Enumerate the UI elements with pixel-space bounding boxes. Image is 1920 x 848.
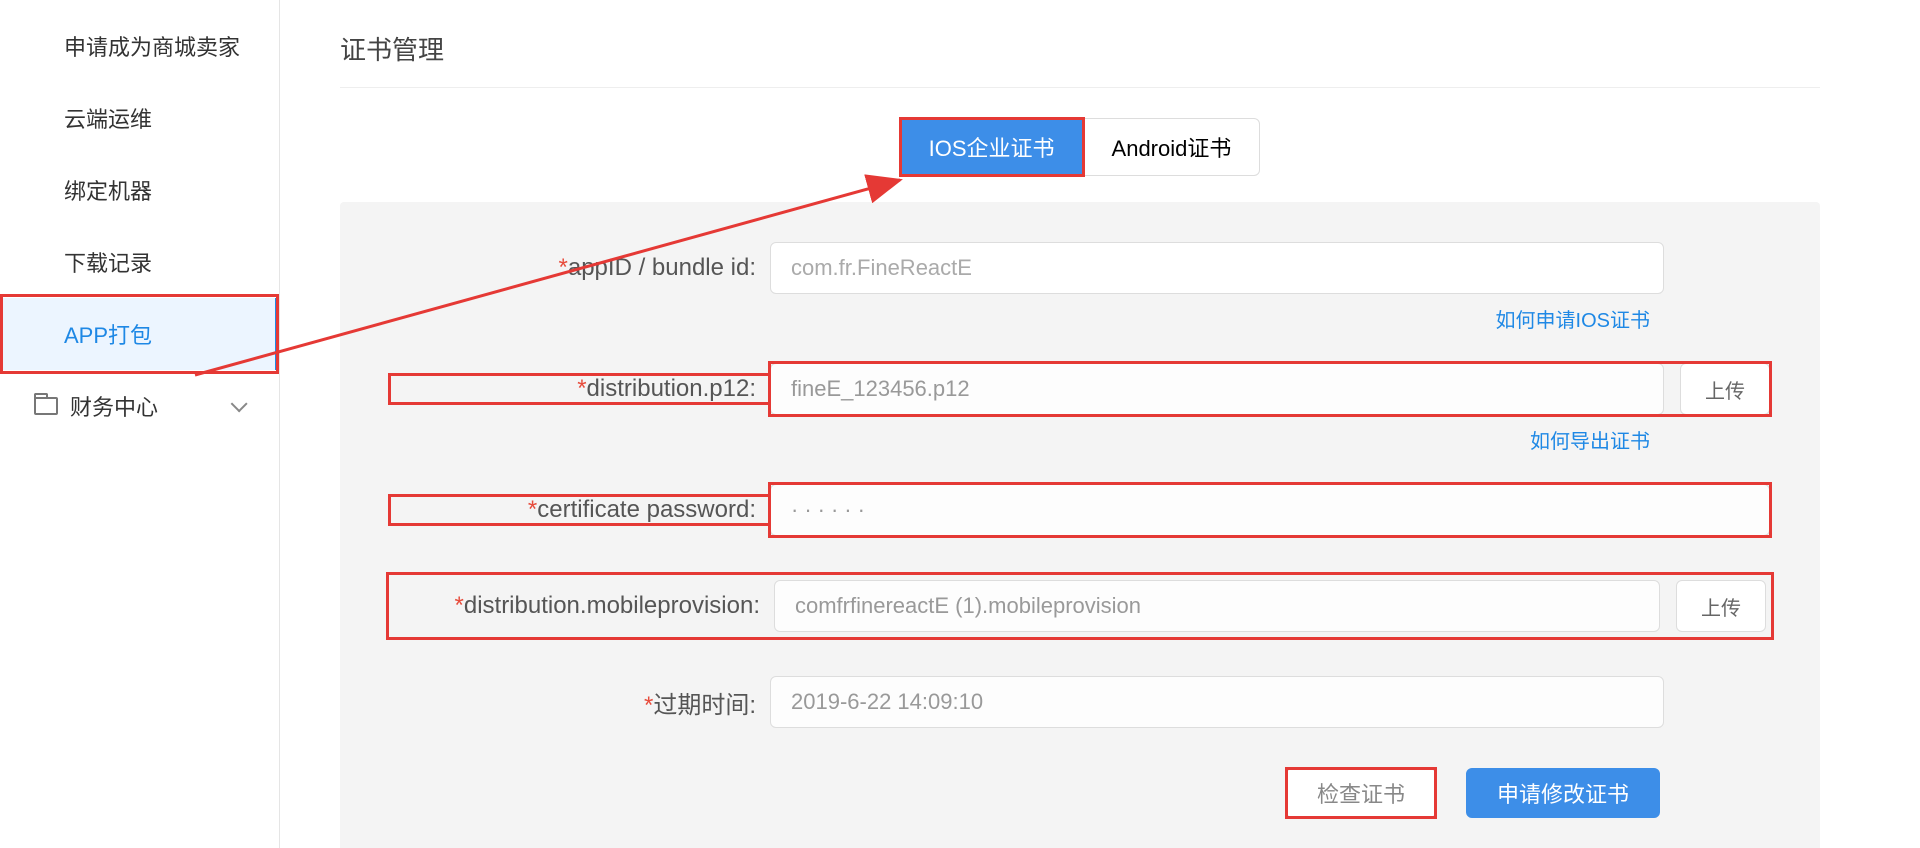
- cert-tabs: IOS企业证书 Android证书: [340, 118, 1820, 176]
- help-export-cert-wrap: 如何导出证书: [390, 425, 1770, 454]
- main-content: 证书管理 IOS企业证书 Android证书 *appID / bundle i…: [280, 0, 1920, 848]
- sidebar-item-finance[interactable]: 财务中心: [0, 370, 279, 442]
- folder-icon: [34, 397, 58, 415]
- check-cert-button[interactable]: 检查证书: [1286, 768, 1436, 818]
- label-provision: *distribution.mobileprovision:: [394, 592, 774, 620]
- sidebar-item-apply-seller[interactable]: 申请成为商城卖家: [0, 10, 279, 82]
- apply-modify-cert-button[interactable]: 申请修改证书: [1466, 768, 1660, 818]
- tab-ios[interactable]: IOS企业证书: [900, 118, 1084, 176]
- link-how-apply-ios[interactable]: 如何申请IOS证书: [1496, 310, 1650, 332]
- form-actions: 检查证书 申请修改证书: [390, 768, 1770, 818]
- sidebar-item-cloud-ops[interactable]: 云端运维: [0, 82, 279, 154]
- label-appid: *appID / bundle id:: [390, 254, 770, 282]
- input-cert-password[interactable]: [770, 484, 1770, 536]
- input-p12[interactable]: [770, 363, 1664, 415]
- chevron-down-icon: [231, 395, 248, 412]
- input-appid[interactable]: [770, 242, 1664, 294]
- upload-provision-button[interactable]: 上传: [1676, 580, 1766, 632]
- page-title: 证书管理: [340, 30, 1820, 67]
- divider: [340, 87, 1820, 88]
- input-provision[interactable]: [774, 580, 1660, 632]
- form-panel: *appID / bundle id: 如何申请IOS证书 *distribut…: [340, 202, 1820, 848]
- label-p12: *distribution.p12:: [390, 375, 770, 403]
- help-apply-ios-wrap: 如何申请IOS证书: [390, 304, 1770, 333]
- sidebar-item-app-pack[interactable]: APP打包: [0, 298, 279, 370]
- input-expire[interactable]: [770, 676, 1664, 728]
- label-cert-pw: *certificate password:: [390, 496, 770, 524]
- sidebar: 申请成为商城卖家 云端运维 绑定机器 下载记录 APP打包 财务中心: [0, 0, 280, 848]
- link-how-export-cert[interactable]: 如何导出证书: [1530, 431, 1650, 453]
- sidebar-item-label: 财务中心: [70, 390, 158, 422]
- upload-p12-button[interactable]: 上传: [1680, 363, 1770, 415]
- label-expire: *过期时间:: [390, 685, 770, 720]
- tab-android[interactable]: Android证书: [1084, 118, 1261, 176]
- sidebar-item-bind-machine[interactable]: 绑定机器: [0, 154, 279, 226]
- sidebar-item-download-history[interactable]: 下载记录: [0, 226, 279, 298]
